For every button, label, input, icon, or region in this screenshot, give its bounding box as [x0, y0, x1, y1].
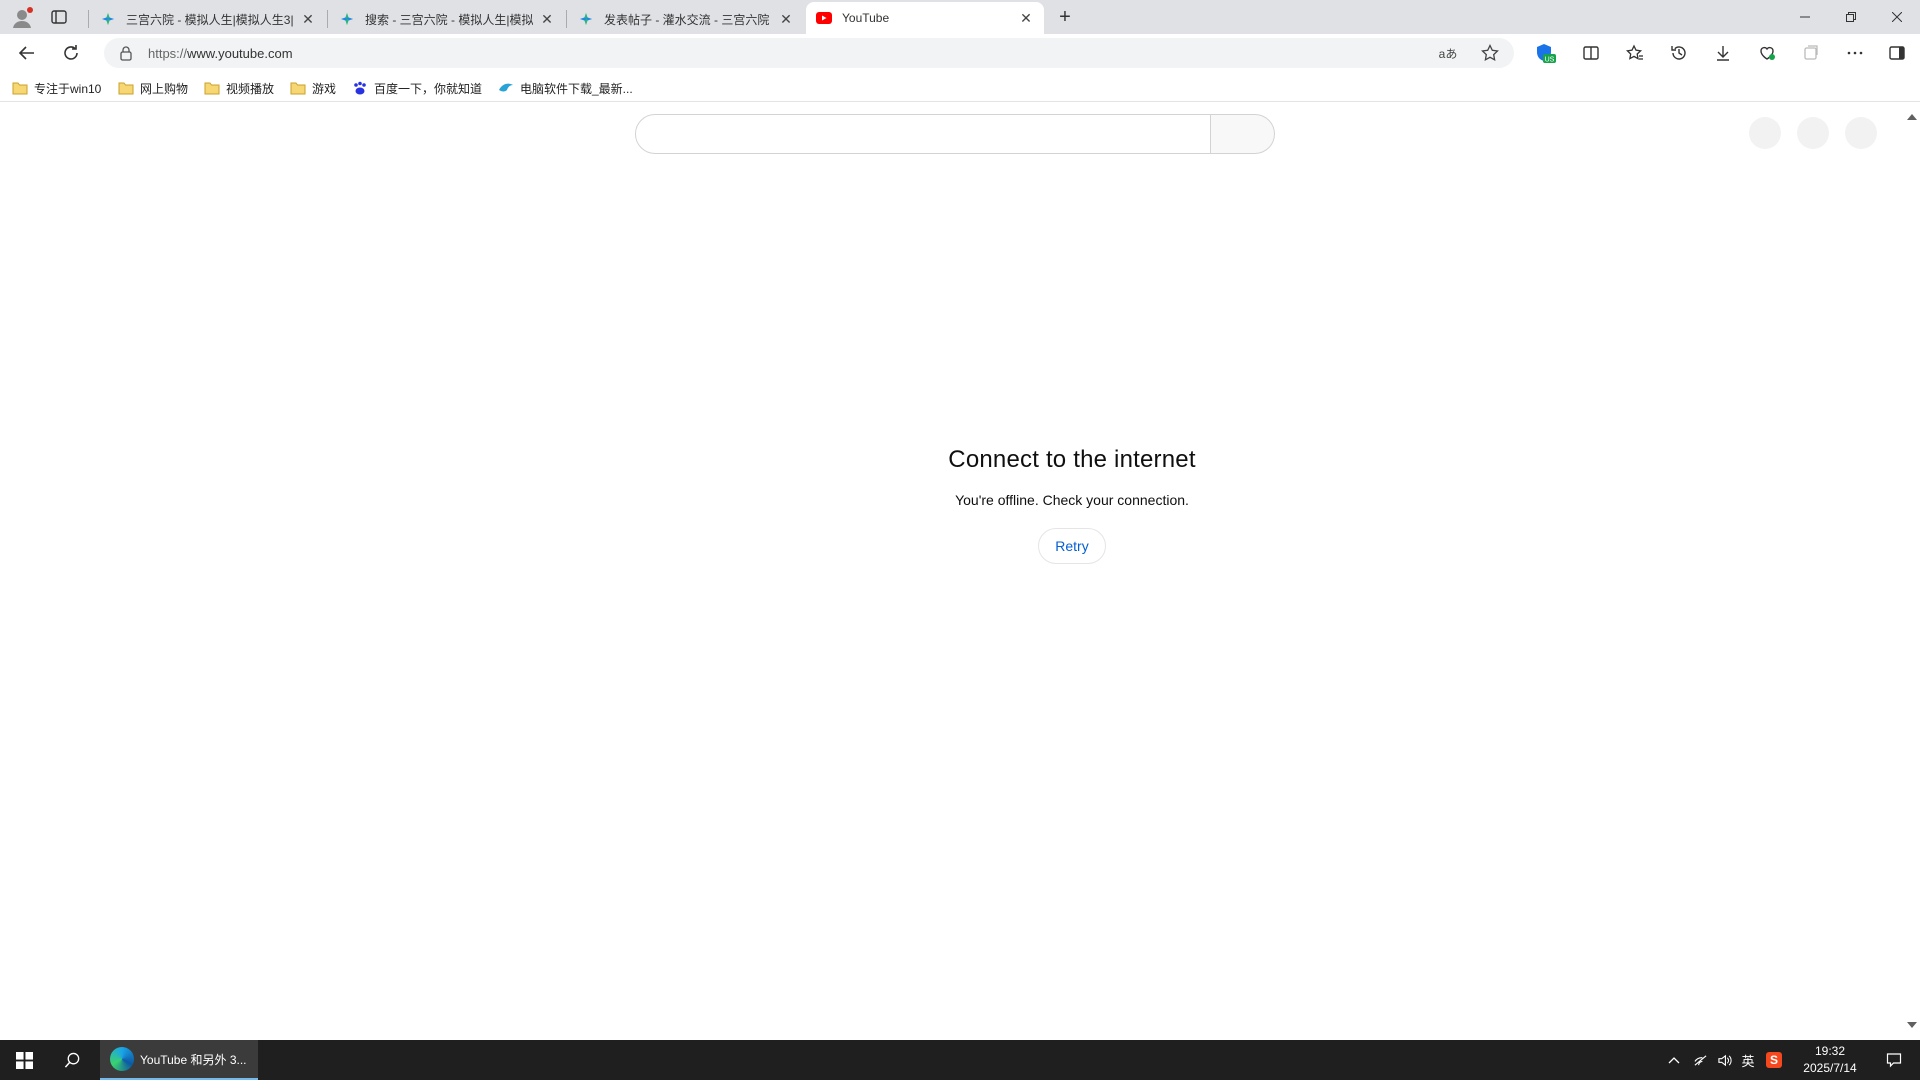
- tab-separator: [566, 10, 567, 28]
- pinwheel-favicon-icon: [100, 11, 116, 27]
- browser-toolbar: https://www.youtube.com aあ US: [0, 34, 1920, 70]
- shield-extension-icon[interactable]: US: [1532, 40, 1558, 66]
- page-scrollbar[interactable]: [1902, 106, 1920, 1036]
- restore-icon[interactable]: [1828, 0, 1874, 34]
- bookmark-label: 视频播放: [226, 81, 275, 96]
- baidu-paw-icon: [354, 81, 366, 95]
- profile-avatar-icon[interactable]: [10, 6, 34, 30]
- collections-icon[interactable]: [1798, 40, 1824, 66]
- refresh-icon[interactable]: [58, 40, 84, 66]
- split-screen-icon[interactable]: [1578, 40, 1604, 66]
- bookmark-label: 专注于win10: [34, 81, 102, 96]
- taskbar-search-icon[interactable]: [48, 1040, 96, 1080]
- placeholder-circle-icon: [1797, 117, 1829, 149]
- close-tab-icon[interactable]: ✕: [539, 11, 555, 27]
- placeholder-circle-icon: [1845, 117, 1877, 149]
- tab-title: 三宫六院 - 模拟人生|模拟人生3|模: [126, 12, 294, 27]
- history-icon[interactable]: [1666, 40, 1692, 66]
- tab-sims-post[interactable]: 发表帖子 - 灌水交流 - 三宫六院 ✕: [568, 4, 804, 34]
- youtube-page: Connect to the internet You're offline. …: [4, 106, 1902, 1036]
- pinwheel-favicon-icon: [339, 11, 355, 27]
- taskbar-clock[interactable]: 19:32 2025/7/14: [1780, 1043, 1880, 1077]
- extension-badge-text: US: [1545, 57, 1555, 64]
- bookmark-label: 电脑软件下载_最新...: [520, 81, 633, 96]
- tab-separator: [88, 10, 89, 28]
- tab-separator: [327, 10, 328, 28]
- new-tab-button[interactable]: +: [1054, 7, 1076, 29]
- bookmark-games[interactable]: 游戏: [290, 79, 336, 97]
- notification-center-icon[interactable]: [1874, 1040, 1914, 1080]
- read-aloud-icon[interactable]: aあ: [1438, 43, 1458, 63]
- address-bar[interactable]: https://www.youtube.com aあ: [104, 38, 1514, 68]
- windows-start-icon[interactable]: [0, 1040, 48, 1080]
- tab-youtube[interactable]: YouTube ✕: [806, 2, 1044, 34]
- bookmark-video[interactable]: 视频播放: [204, 79, 274, 97]
- bookmark-software[interactable]: 电脑软件下载_最新...: [498, 79, 633, 97]
- taskbar-app-label: YouTube 和另外 3...: [140, 1052, 247, 1067]
- offline-message-block: Connect to the internet You're offline. …: [4, 446, 1920, 564]
- taskbar-edge-app[interactable]: YouTube 和另外 3...: [100, 1040, 258, 1080]
- tab-strip: 三宫六院 - 模拟人生|模拟人生3|模 ✕ 搜索 - 三宫六院 - 模拟人生|模…: [0, 0, 1920, 34]
- bookmark-label: 游戏: [312, 81, 337, 96]
- url-protocol: https://: [148, 46, 188, 61]
- minimize-icon[interactable]: [1782, 0, 1828, 34]
- windows-taskbar: YouTube 和另外 3... 英 S 19:32 2025/7/14: [0, 1040, 1920, 1080]
- close-tab-icon[interactable]: ✕: [1018, 10, 1034, 26]
- offline-title: Connect to the internet: [948, 446, 1196, 473]
- folder-icon: [12, 82, 28, 95]
- bookmark-shopping[interactable]: 网上购物: [118, 79, 188, 97]
- close-window-icon[interactable]: [1874, 0, 1920, 34]
- network-icon[interactable]: [1688, 1040, 1712, 1080]
- lock-icon[interactable]: [118, 45, 134, 61]
- tab-title: YouTube: [842, 11, 890, 25]
- browser-essentials-icon[interactable]: [1754, 40, 1780, 66]
- tab-sims-forum[interactable]: 三宫六院 - 模拟人生|模拟人生3|模 ✕: [90, 4, 326, 34]
- close-tab-icon[interactable]: ✕: [300, 11, 316, 27]
- youtube-search-input[interactable]: [635, 114, 1211, 154]
- bookmark-label: 百度一下，你就知道: [374, 81, 483, 96]
- url-host: www.youtube.com: [187, 46, 293, 61]
- show-hidden-icons-chevron-icon[interactable]: [1662, 1040, 1686, 1080]
- bookmark-baidu[interactable]: 百度一下，你就知道: [352, 79, 482, 97]
- tab-actions-icon[interactable]: [50, 8, 68, 26]
- input-method-indicator[interactable]: 英: [1736, 1040, 1760, 1080]
- pinwheel-favicon-icon: [578, 11, 594, 27]
- sidebar-toggle-icon[interactable]: [1884, 40, 1910, 66]
- more-menu-icon[interactable]: [1842, 40, 1868, 66]
- youtube-favicon-icon: [816, 10, 832, 26]
- scroll-up-arrow-icon[interactable]: [1907, 114, 1917, 120]
- bookmark-label: 网上购物: [140, 81, 189, 96]
- folder-icon: [290, 82, 306, 95]
- tab-title: 发表帖子 - 灌水交流 - 三宫六院: [604, 12, 770, 27]
- clock-date: 2025/7/14: [1803, 1061, 1857, 1075]
- tab-title: 搜索 - 三宫六院 - 模拟人生|模拟人: [365, 12, 533, 27]
- retry-button[interactable]: Retry: [1038, 528, 1106, 564]
- favorite-star-icon[interactable]: [1480, 43, 1500, 63]
- youtube-search-button[interactable]: [1211, 114, 1275, 154]
- bird-icon: [499, 83, 513, 92]
- back-icon[interactable]: [14, 40, 40, 66]
- edge-browser-icon: [110, 1047, 134, 1071]
- folder-icon: [204, 82, 220, 95]
- bookmark-win10[interactable]: 专注于win10: [12, 79, 101, 97]
- clock-time: 19:32: [1814, 1044, 1846, 1058]
- url-text[interactable]: https://www.youtube.com: [148, 46, 293, 61]
- downloads-icon[interactable]: [1710, 40, 1736, 66]
- bookmarks-bar: 专注于win10 网上购物 视频播放 游戏 百度一下，你就知道 电脑软件下载_最…: [0, 72, 1920, 102]
- folder-icon: [118, 82, 134, 95]
- close-tab-icon[interactable]: ✕: [778, 11, 794, 27]
- scroll-down-arrow-icon[interactable]: [1907, 1022, 1917, 1028]
- tab-sims-search[interactable]: 搜索 - 三宫六院 - 模拟人生|模拟人 ✕: [329, 4, 565, 34]
- placeholder-circle-icon: [1749, 117, 1781, 149]
- offline-description: You're offline. Check your connection.: [955, 492, 1189, 508]
- favorites-icon[interactable]: [1622, 40, 1648, 66]
- volume-icon[interactable]: [1712, 1040, 1736, 1080]
